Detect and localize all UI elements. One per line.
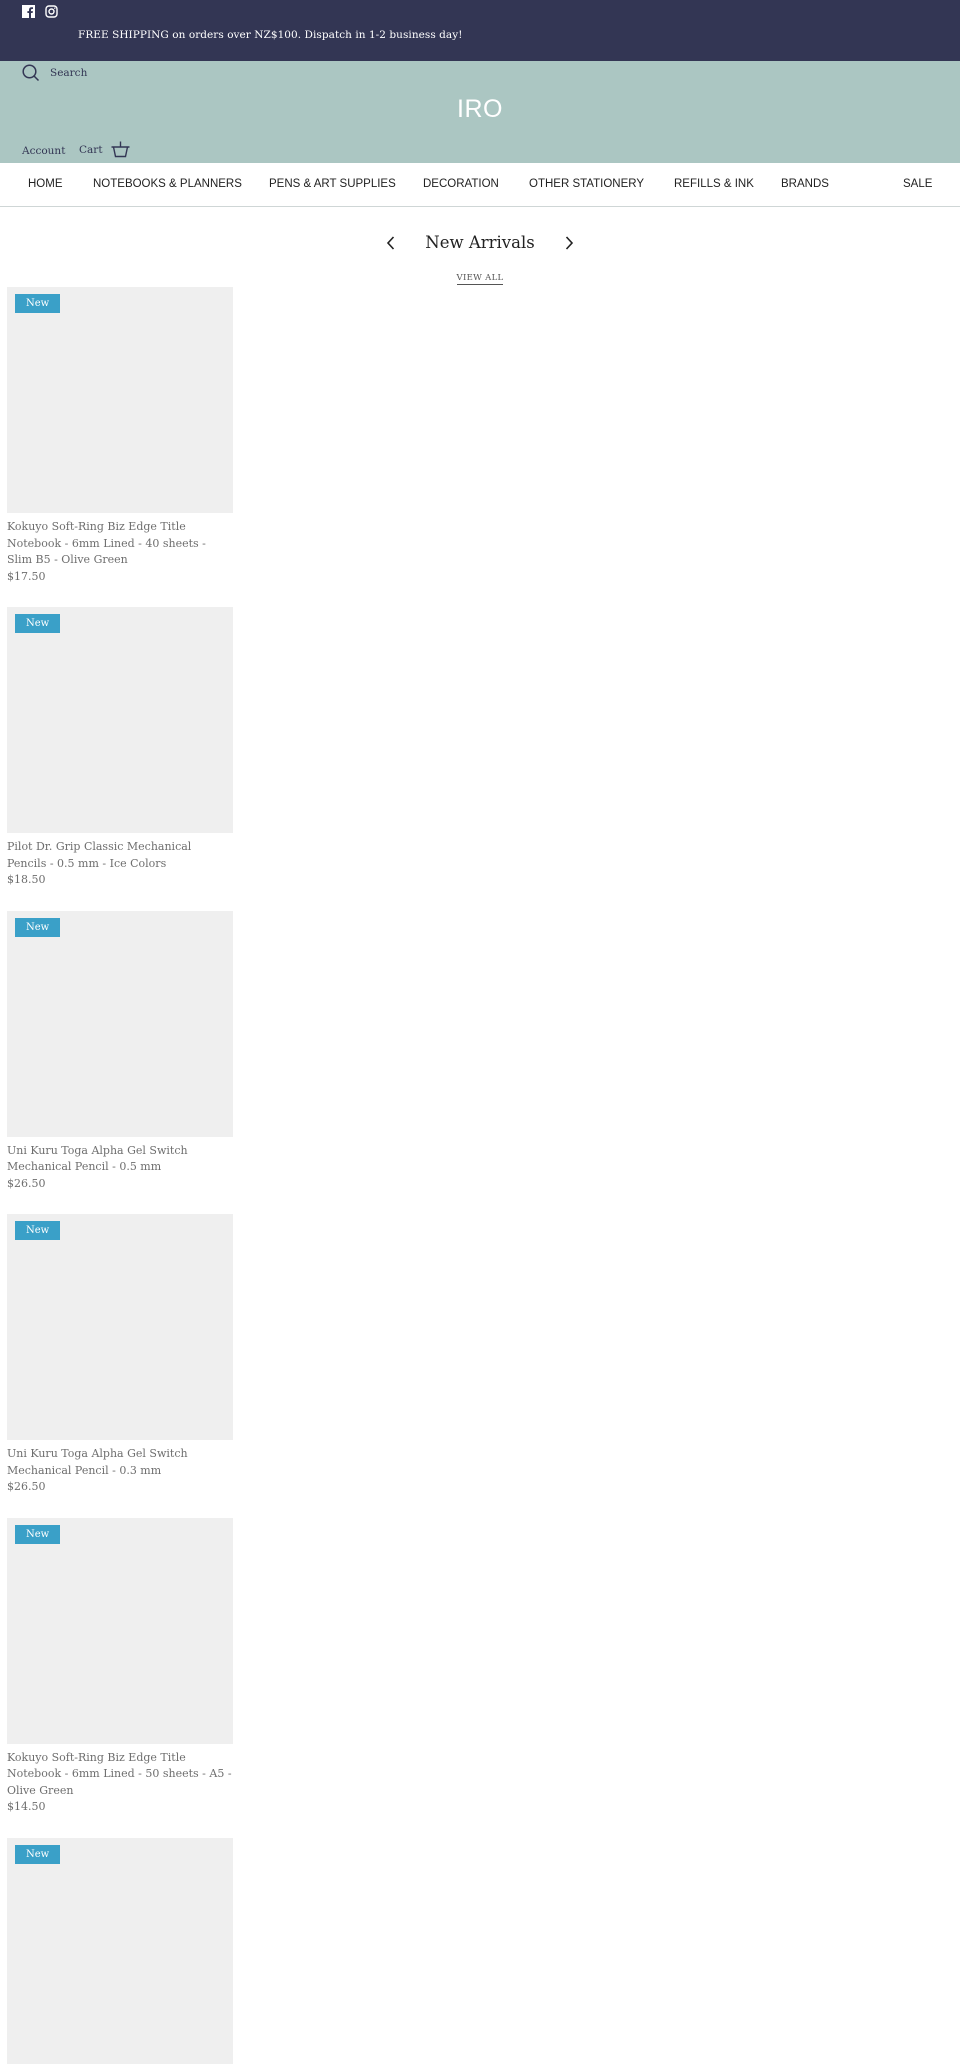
product-card[interactable]: New Uni Kuru Toga Alpha Gel Switch Mecha… bbox=[7, 1214, 233, 1496]
cart-basket-icon bbox=[111, 141, 130, 158]
product-price: $26.50 bbox=[7, 1176, 46, 1190]
product-title[interactable]: Pilot Dr. Grip Classic Mechanical Pencil… bbox=[7, 839, 233, 872]
product-price: $26.50 bbox=[7, 1480, 46, 1493]
product-price: $18.50 bbox=[7, 873, 46, 886]
section-title: New Arrivals bbox=[425, 233, 535, 252]
nav-other-stationery[interactable]: OTHER STATIONERY bbox=[529, 178, 644, 190]
nav-brands[interactable]: BRANDS bbox=[781, 178, 829, 190]
new-badge: New bbox=[15, 1844, 61, 1864]
new-badge: New bbox=[15, 1524, 61, 1544]
nav-sale[interactable]: SALE bbox=[903, 178, 932, 190]
main-navigation: HOME NOTEBOOKS & PLANNERS PENS & ART SUP… bbox=[0, 163, 960, 207]
site-logo[interactable]: IRO bbox=[0, 95, 960, 124]
announcement-text: FREE SHIPPING on orders over NZ$100. Dis… bbox=[78, 29, 463, 41]
facebook-icon bbox=[22, 5, 35, 18]
facebook-link[interactable] bbox=[22, 5, 35, 18]
nav-notebooks-planners[interactable]: NOTEBOOKS & PLANNERS bbox=[93, 178, 242, 190]
product-list: New Kokuyo Soft-Ring Biz Edge Title Note… bbox=[0, 287, 960, 2064]
search-icon bbox=[22, 64, 40, 82]
product-title[interactable]: Kokuyo Soft-Ring Biz Edge Title Notebook… bbox=[7, 519, 233, 569]
search-label: Search bbox=[50, 67, 88, 79]
instagram-icon bbox=[45, 5, 58, 18]
product-card[interactable]: New bbox=[7, 1837, 233, 2064]
new-badge: New bbox=[15, 1221, 61, 1240]
next-arrow-icon[interactable] bbox=[562, 235, 576, 251]
nav-pens-art-supplies[interactable]: PENS & ART SUPPLIES bbox=[269, 178, 396, 190]
site-header: Search IRO Account Cart bbox=[0, 61, 960, 163]
product-image[interactable]: New bbox=[7, 910, 233, 1137]
product-title[interactable]: Uni Kuru Toga Alpha Gel Switch Mechanica… bbox=[7, 1143, 233, 1176]
nav-refills-ink[interactable]: REFILLS & INK bbox=[674, 178, 754, 190]
cart-label: Cart bbox=[79, 143, 103, 156]
product-price: $17.50 bbox=[7, 569, 46, 583]
search-button[interactable]: Search bbox=[22, 64, 87, 82]
new-badge: New bbox=[15, 614, 61, 633]
announcement-bar: FREE SHIPPING on orders over NZ$100. Dis… bbox=[0, 0, 960, 61]
instagram-link[interactable] bbox=[45, 5, 58, 18]
product-card[interactable]: New Kokuyo Soft-Ring Biz Edge Title Note… bbox=[7, 287, 233, 585]
social-links bbox=[22, 5, 58, 18]
product-image[interactable]: New bbox=[7, 1837, 233, 2064]
view-all-link[interactable]: VIEW ALL bbox=[456, 273, 504, 285]
product-image[interactable]: New bbox=[7, 1214, 233, 1440]
new-badge: New bbox=[15, 294, 61, 313]
product-title[interactable]: Uni Kuru Toga Alpha Gel Switch Mechanica… bbox=[7, 1446, 233, 1479]
product-card[interactable]: New Pilot Dr. Grip Classic Mechanical Pe… bbox=[7, 607, 233, 889]
account-link[interactable]: Account bbox=[22, 145, 65, 157]
product-image[interactable]: New bbox=[7, 607, 233, 833]
new-badge: New bbox=[15, 917, 61, 937]
product-card[interactable]: New Kokuyo Soft-Ring Biz Edge Title Note… bbox=[7, 1517, 233, 1816]
new-arrivals-header: New Arrivals VIEW ALL bbox=[0, 207, 960, 287]
product-image[interactable]: New bbox=[7, 287, 233, 513]
cart-link[interactable]: Cart bbox=[79, 141, 130, 158]
product-image[interactable]: New bbox=[7, 1517, 233, 1744]
product-price: $14.50 bbox=[7, 1800, 46, 1813]
product-title[interactable]: Kokuyo Soft-Ring Biz Edge Title Notebook… bbox=[7, 1750, 233, 1800]
product-card[interactable]: New Uni Kuru Toga Alpha Gel Switch Mecha… bbox=[7, 910, 233, 1193]
nav-decoration[interactable]: DECORATION bbox=[423, 178, 499, 190]
nav-home[interactable]: HOME bbox=[28, 178, 63, 190]
